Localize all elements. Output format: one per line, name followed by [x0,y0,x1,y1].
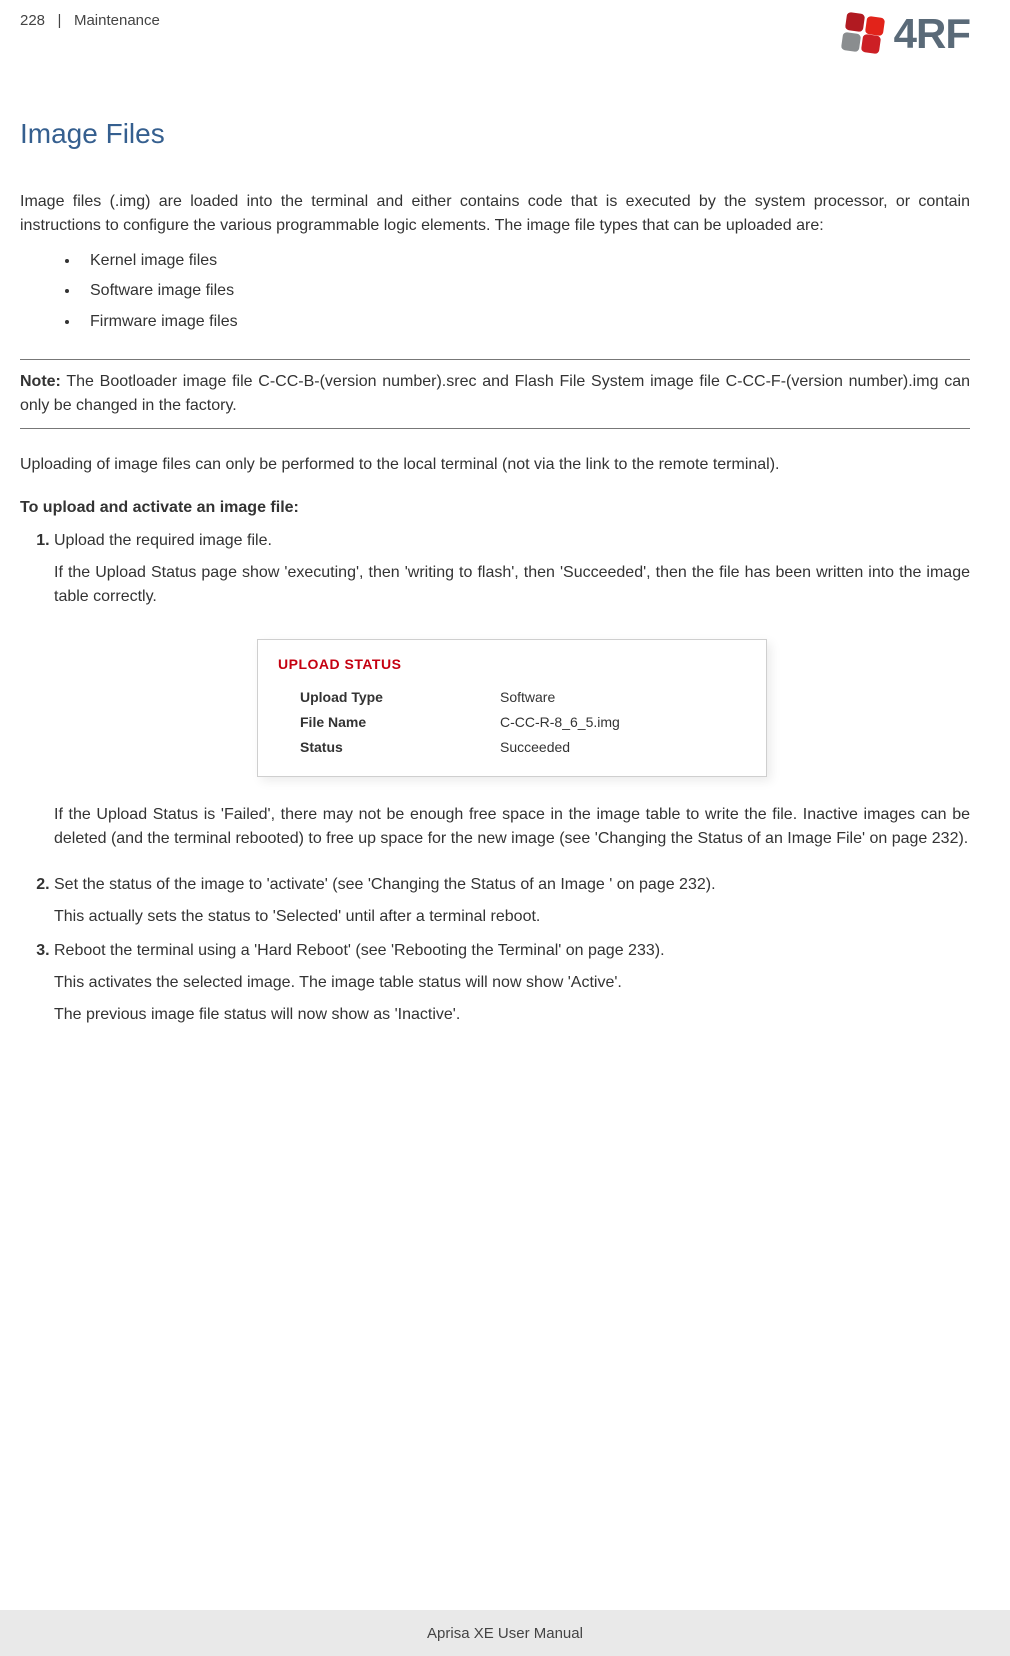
step-lead: Upload the required image file. [54,532,272,549]
logo-mark-icon [840,13,888,55]
breadcrumb-separator: | [58,12,62,29]
status-value: Succeeded [500,737,752,758]
page-header: 228 | Maintenance 4RF [20,10,970,58]
note-label: Note: [20,373,61,390]
file-name-value: C-CC-R-8_6_5.img [500,712,752,733]
step-paragraph: If the Upload Status page show 'executin… [54,561,970,609]
upload-type-value: Software [500,687,752,708]
step-lead: Reboot the terminal using a 'Hard Reboot… [54,942,665,959]
procedure-steps: Upload the required image file. If the U… [20,529,970,1027]
step-paragraph: The previous image file status will now … [54,1003,970,1027]
upload-status-row: Status Succeeded [272,735,752,760]
step-lead: Set the status of the image to 'activate… [54,876,716,893]
page-number: 228 [20,12,45,29]
note-text: The Bootloader image file C-CC-B-(versio… [20,373,970,414]
upload-types-list: Kernel image files Software image files … [20,246,970,337]
brand-logo: 4RF [840,10,970,58]
breadcrumb: 228 | Maintenance [20,10,160,29]
intro-paragraph: Image files (.img) are loaded into the t… [20,190,970,238]
step-paragraph: This activates the selected image. The i… [54,971,970,995]
section-name: Maintenance [74,12,160,29]
upload-status-title: UPLOAD STATUS [278,654,752,675]
page-footer: Aprisa XE User Manual [0,1610,1010,1656]
note-box: Note: The Bootloader image file C-CC-B-(… [20,359,970,429]
upload-status-row: File Name C-CC-R-8_6_5.img [272,710,752,735]
step-item: Reboot the terminal using a 'Hard Reboot… [54,939,970,1027]
list-item: Firmware image files [80,307,970,337]
step-paragraph: This actually sets the status to 'Select… [54,905,970,929]
file-name-label: File Name [272,712,500,733]
upload-status-widget: UPLOAD STATUS Upload Type Software File … [257,639,767,777]
list-item: Software image files [80,276,970,306]
upload-type-label: Upload Type [272,687,500,708]
list-item: Kernel image files [80,246,970,276]
logo-text: 4RF [894,10,970,58]
status-label: Status [272,737,500,758]
page-title: Image Files [20,118,970,150]
upload-status-row: Upload Type Software [272,685,752,710]
body-paragraph: Uploading of image files can only be per… [20,453,970,477]
step-paragraph: If the Upload Status is 'Failed', there … [54,803,970,851]
procedure-heading: To upload and activate an image file: [20,499,970,517]
step-item: Set the status of the image to 'activate… [54,873,970,929]
manual-title: Aprisa XE User Manual [427,1625,583,1642]
step-item: Upload the required image file. If the U… [54,529,970,851]
